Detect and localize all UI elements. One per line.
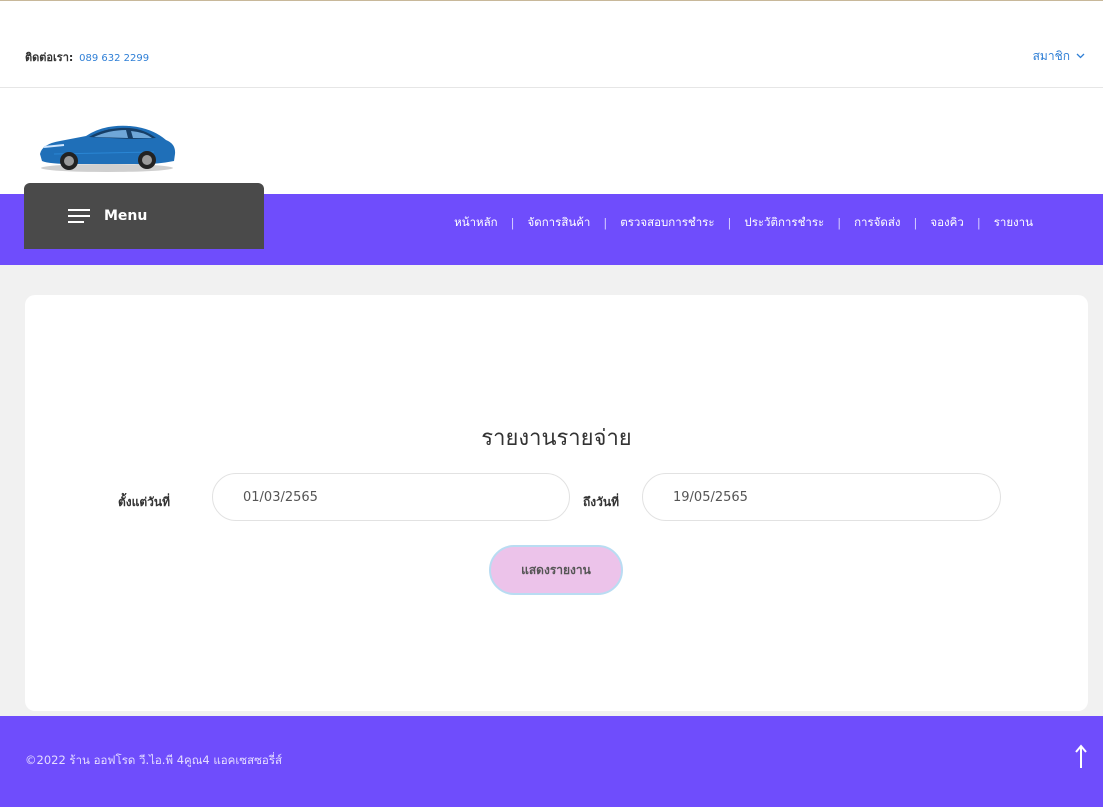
from-date-label: ตั้งแต่วันที่ [118, 495, 171, 509]
nav-item-shipping[interactable]: การจัดส่ง [854, 214, 900, 232]
page-title: รายงานรายจ่าย [481, 426, 632, 451]
nav-separator: | [510, 216, 515, 230]
to-date-label: ถึงวันที่ [583, 495, 619, 509]
nav-item-payment-history[interactable]: ประวัติการชำระ [744, 214, 824, 232]
nav-item-reports[interactable]: รายงาน [994, 214, 1033, 232]
menu-label: Menu [104, 208, 148, 224]
nav-item-booking[interactable]: จองคิว [930, 214, 963, 232]
nav-separator: | [837, 216, 842, 230]
from-date-input[interactable] [212, 473, 570, 521]
nav-item-payment-check[interactable]: ตรวจสอบการชำระ [620, 214, 714, 232]
arrow-up-icon[interactable] [1073, 744, 1089, 770]
member-label: สมาชิก [1032, 49, 1070, 63]
menu-button[interactable]: Menu [24, 183, 264, 249]
main-navbar: Menu หน้าหลัก | จัดการสินค้า | ตรวจสอบกา… [0, 183, 1103, 265]
contact-phone[interactable]: 089 632 2299 [79, 53, 149, 64]
nav-item-products[interactable]: จัดการสินค้า [528, 214, 591, 232]
to-date-input[interactable] [642, 473, 1001, 521]
nav-separator: | [976, 216, 981, 230]
nav-separator: | [913, 216, 918, 230]
show-report-button[interactable]: แสดงรายงาน [489, 545, 623, 595]
contact-info: ติดต่อเรา: 089 632 2299 [25, 48, 149, 66]
car-logo[interactable] [34, 114, 180, 174]
logo-area [0, 88, 1103, 194]
chevron-down-icon [1076, 52, 1085, 62]
nav-separator: | [727, 216, 732, 230]
hamburger-icon [68, 209, 90, 223]
nav-links: หน้าหลัก | จัดการสินค้า | ตรวจสอบการชำระ… [454, 194, 1033, 252]
report-card: รายงานรายจ่าย ตั้งแต่วันที่ ถึงวันที่ แส… [25, 295, 1088, 711]
nav-item-home[interactable]: หน้าหลัก [454, 214, 498, 232]
contact-label: ติดต่อเรา: [25, 51, 74, 64]
nav-separator: | [603, 216, 608, 230]
footer: ©2022 ร้าน ออฟโรด วี.ไอ.พี 4คูณ4 แอคเซสซ… [0, 716, 1103, 807]
top-bar: ติดต่อเรา: 089 632 2299 สมาชิก [0, 1, 1103, 88]
copyright-text: ©2022 ร้าน ออฟโรด วี.ไอ.พี 4คูณ4 แอคเซสซ… [25, 753, 283, 767]
member-dropdown[interactable]: สมาชิก [1033, 47, 1085, 66]
